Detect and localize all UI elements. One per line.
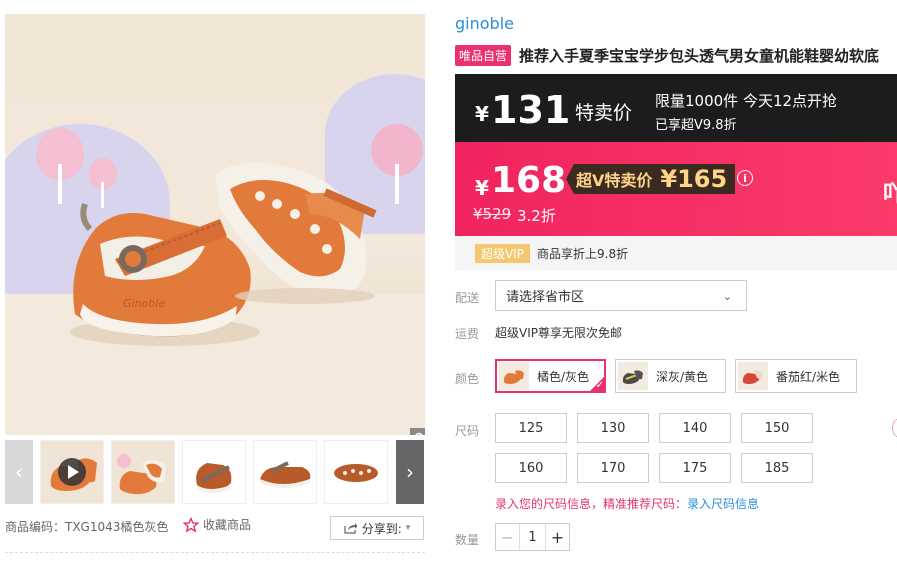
color-option-label: 番茄红/米色: [776, 369, 841, 384]
size-option[interactable]: 140: [659, 413, 731, 443]
size-label: 尺码: [455, 424, 480, 438]
flash-label: 特卖价: [575, 102, 633, 124]
sale-price: 168: [491, 160, 567, 201]
svip-label: 超V特卖价: [576, 171, 653, 190]
color-option-orange-gray[interactable]: 橘色/灰色 ✓: [495, 359, 606, 393]
product-title: 推荐入手夏季宝宝学步包头透气男女童机能鞋婴幼软底: [519, 46, 880, 65]
self-operated-tag: 唯品自营: [455, 44, 512, 66]
size-option[interactable]: 150: [741, 413, 813, 443]
thumbnail-image: [325, 441, 387, 503]
thumbnail-prev-button[interactable]: ‹: [5, 440, 33, 504]
zoom-button[interactable]: [410, 428, 425, 435]
shipping-text: 超级VIP尊享无限次免邮: [495, 326, 622, 340]
vip-row: 超级VIP 商品享折上9.8折: [455, 236, 897, 270]
vip-text: 商品享折上9.8折: [537, 246, 629, 261]
chevron-down-icon: ▾: [405, 523, 411, 533]
thumbnail-image: [112, 441, 174, 503]
delivery-label: 配送: [455, 291, 480, 305]
chevron-left-icon: ‹: [15, 460, 23, 484]
quantity-increase-button[interactable]: +: [545, 524, 569, 550]
color-label: 颜色: [455, 372, 480, 386]
price-bar: ¥ 168 超V特卖价 ¥165 i ¥529 3.2折 吖: [455, 142, 897, 236]
flash-sale-bar: ¥ 131 特卖价 限量1000件 今天12点开抢 已享超V9.8折: [455, 74, 897, 142]
star-icon: [183, 516, 199, 533]
shipping-label: 运费: [455, 327, 480, 341]
region-placeholder: 请选择省市区: [506, 290, 585, 305]
chevron-right-icon: ›: [406, 460, 414, 484]
share-icon: [344, 523, 358, 534]
size-option[interactable]: 125: [495, 413, 567, 443]
vip-chip: 超级VIP: [475, 243, 530, 263]
share-label: 分享到:: [361, 521, 402, 536]
region-select[interactable]: 请选择省市区 ⌄: [495, 280, 747, 311]
thumbnail-1[interactable]: [40, 440, 104, 504]
magnifier-icon: [415, 432, 423, 435]
flash-currency: ¥: [475, 102, 489, 126]
quantity-label: 数量: [455, 533, 480, 547]
color-option-darkgray-yellow[interactable]: 深灰/黄色: [615, 359, 726, 393]
discount-rate: 3.2折: [517, 207, 556, 225]
thumbnail-image: [41, 441, 103, 503]
svip-price-badge: 超V特卖价 ¥165: [566, 164, 736, 194]
original-price: ¥529: [473, 205, 512, 223]
svip-price: ¥165: [660, 165, 728, 193]
flash-enjoy: 已享超V9.8折: [655, 118, 737, 133]
size-option[interactable]: 130: [577, 413, 649, 443]
size-record-link[interactable]: 录入尺码信息: [687, 497, 759, 511]
divider: [5, 552, 425, 553]
size-guide-edge-icon[interactable]: [892, 418, 897, 438]
favorite-button[interactable]: 收藏商品: [183, 516, 251, 533]
quantity-decrease-button[interactable]: −: [496, 524, 520, 550]
title-row: 唯品自营 推荐入手夏季宝宝学步包头透气男女童机能鞋婴幼软底: [455, 44, 897, 66]
quantity-input[interactable]: 1: [520, 524, 545, 550]
color-option-label: 橘色/灰色: [537, 369, 590, 384]
thumbnail-next-button[interactable]: ›: [396, 440, 424, 504]
thumbnail-3[interactable]: [182, 440, 246, 504]
size-option[interactable]: 185: [741, 453, 813, 483]
flash-price: 131: [491, 88, 571, 132]
checkmark-icon: ✓: [589, 376, 605, 392]
svg-text:Ginoble: Ginoble: [123, 297, 165, 310]
thumbnail-image: [254, 441, 316, 503]
thumbnail-5[interactable]: [324, 440, 388, 504]
chevron-down-icon: ⌄: [722, 290, 732, 303]
color-option-label: 深灰/黄色: [656, 369, 709, 384]
color-swatch: [618, 362, 648, 390]
brand-link[interactable]: ginoble: [455, 14, 514, 33]
thumbnail-4[interactable]: [253, 440, 317, 504]
shoe-photo: Ginoble: [5, 74, 425, 435]
size-hint-text: 录入您的尺码信息，精准推荐尺码：: [495, 497, 688, 511]
size-option[interactable]: 160: [495, 453, 567, 483]
color-option-tomato-beige[interactable]: 番茄红/米色: [735, 359, 857, 393]
main-product-image[interactable]: Ginoble: [5, 14, 425, 435]
sku-code: 商品编码：TXG1043橘色灰色: [5, 520, 169, 534]
size-hint: 录入您的尺码信息，精准推荐尺码：录入尺码信息: [495, 495, 759, 512]
color-swatch: [499, 362, 529, 390]
share-button[interactable]: 分享到: ▾: [330, 516, 424, 540]
thumbnail-image: [183, 441, 245, 503]
size-option[interactable]: 175: [659, 453, 731, 483]
price-bar-edge-text: 吖: [883, 182, 897, 207]
size-option[interactable]: 170: [577, 453, 649, 483]
quantity-stepper: − 1 +: [495, 523, 570, 551]
flash-limit: 限量1000件 今天12点开抢: [655, 92, 838, 110]
price-currency: ¥: [475, 176, 489, 200]
info-icon[interactable]: i: [737, 170, 753, 186]
thumbnail-2[interactable]: [111, 440, 175, 504]
color-swatch: [738, 362, 768, 390]
favorite-label: 收藏商品: [203, 518, 252, 532]
